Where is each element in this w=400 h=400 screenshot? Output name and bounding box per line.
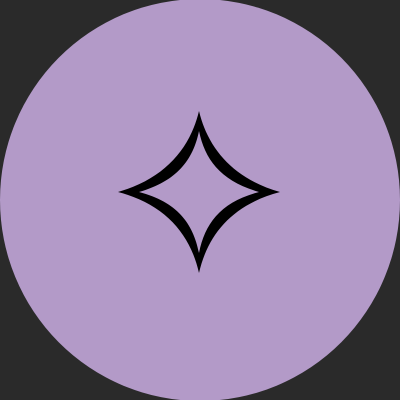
sparkle-star-icon [118,111,280,273]
app-avatar-tile [0,0,400,400]
sparkle-star-inner [139,131,259,253]
